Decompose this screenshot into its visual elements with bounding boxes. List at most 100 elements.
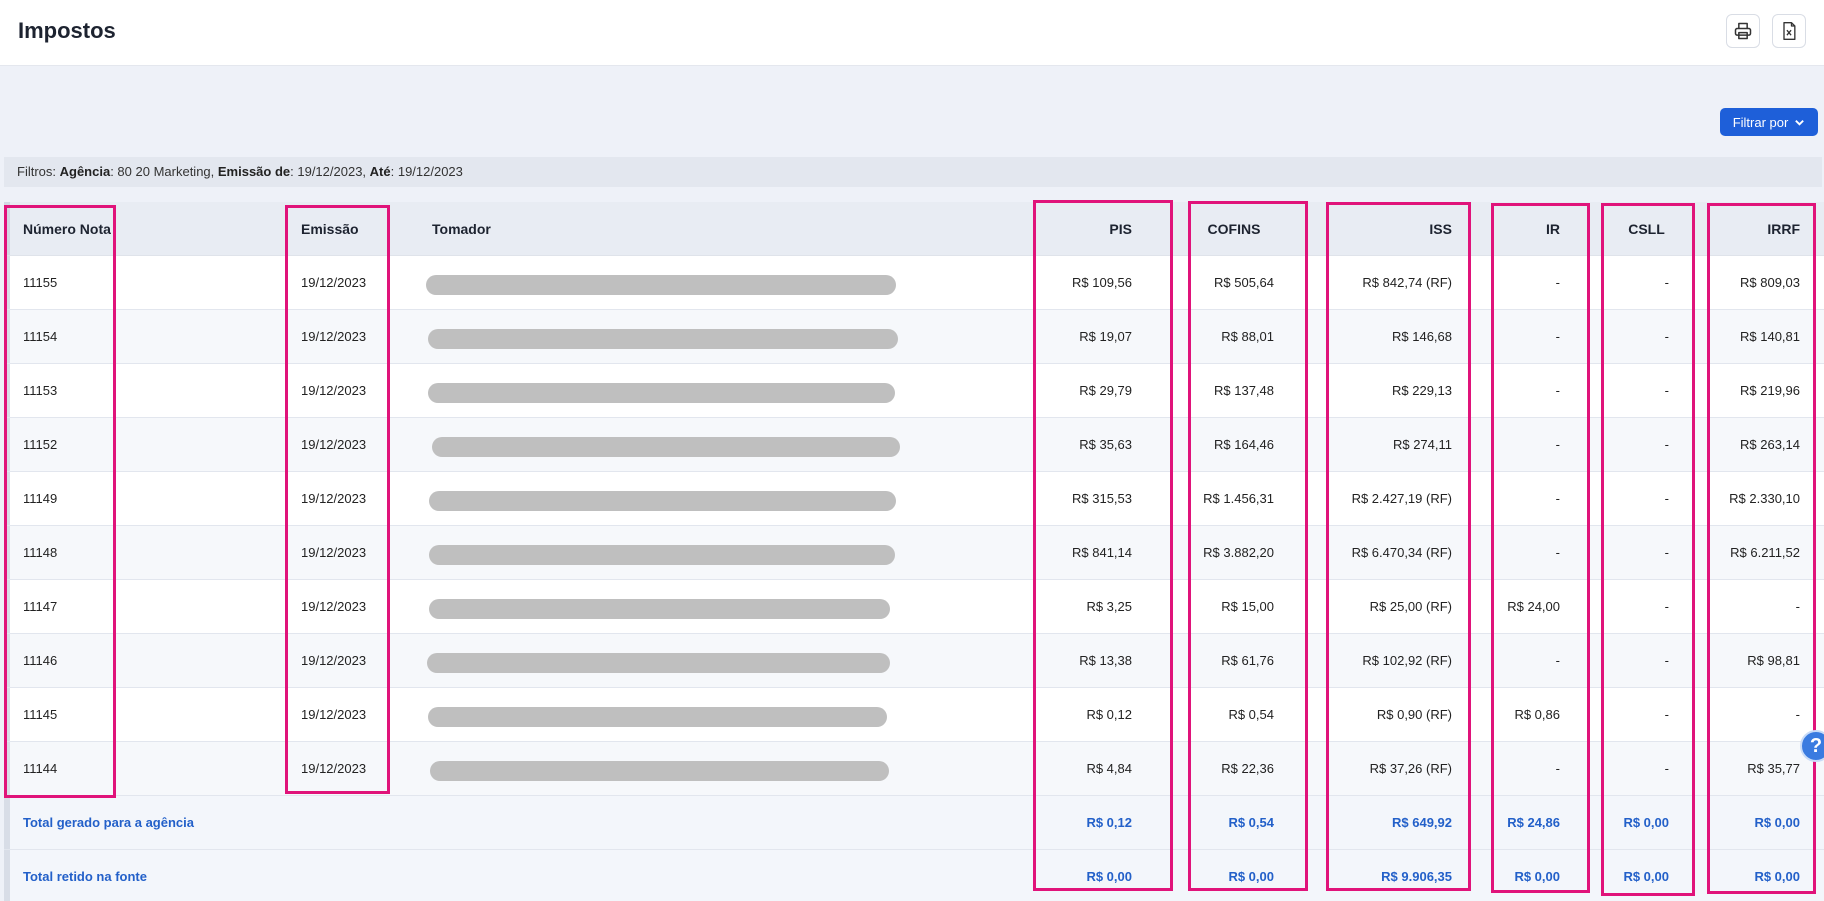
cell-cofins: R$ 15,00 bbox=[1221, 599, 1274, 614]
cell-iss: R$ 37,26 (RF) bbox=[1369, 761, 1452, 776]
totals-row: Total gerado para a agência R$ 0,12 R$ 0,5… bbox=[4, 796, 1824, 850]
cell-pis: R$ 4,84 bbox=[1086, 761, 1132, 776]
cell-iss: R$ 2.427,19 (RF) bbox=[1351, 491, 1452, 506]
cell-irrf: - bbox=[1795, 707, 1800, 722]
cell-numero-nota: 11154 bbox=[23, 329, 58, 344]
redacted-tomador bbox=[429, 545, 895, 565]
page-title: Impostos bbox=[18, 18, 116, 43]
active-filters-bar: Filtros: Agência: 80 20 Marketing, Emiss… bbox=[4, 157, 1822, 187]
redacted-tomador bbox=[429, 599, 890, 619]
table-row[interactable]: 11147 19/12/2023 R$ 3,25 R$ 15,00 R$ 25,00 (… bbox=[4, 580, 1824, 634]
filter-ate-label: Até bbox=[369, 164, 391, 179]
total-irrf: R$ 0,00 bbox=[1754, 815, 1800, 830]
redacted-tomador bbox=[429, 491, 896, 511]
filter-ate-value: : 19/12/2023 bbox=[390, 164, 463, 179]
table-row[interactable]: 11145 19/12/2023 R$ 0,12 R$ 0,54 R$ 0,90 (RF… bbox=[4, 688, 1824, 742]
redacted-tomador bbox=[428, 707, 887, 727]
filter-by-button[interactable]: Filtrar por bbox=[1720, 108, 1818, 136]
cell-ir: - bbox=[1555, 545, 1560, 560]
total-ir: R$ 24,86 bbox=[1507, 815, 1560, 830]
cell-pis: R$ 35,63 bbox=[1079, 437, 1132, 452]
redacted-tomador bbox=[428, 329, 898, 349]
cell-pis: R$ 19,07 bbox=[1079, 329, 1132, 344]
column-header-irrf[interactable]: IRRF bbox=[1714, 202, 1800, 255]
cell-iss: R$ 842,74 (RF) bbox=[1362, 275, 1452, 290]
column-header-tomador[interactable]: Tomador bbox=[432, 202, 491, 255]
filters-prefix: Filtros: bbox=[17, 164, 60, 179]
cell-iss: R$ 274,11 bbox=[1392, 437, 1452, 452]
cell-numero-nota: 11147 bbox=[23, 599, 58, 614]
total-iss: R$ 9.906,35 bbox=[1381, 869, 1452, 884]
total-iss: R$ 649,92 bbox=[1392, 815, 1452, 830]
total-csll: R$ 0,00 bbox=[1623, 869, 1669, 884]
column-header-cofins[interactable]: COFINS bbox=[1184, 202, 1284, 255]
help-button[interactable]: ? bbox=[1800, 730, 1824, 762]
redacted-tomador bbox=[428, 383, 895, 403]
cell-iss: R$ 102,92 (RF) bbox=[1362, 653, 1452, 668]
cell-emissao: 19/12/2023 bbox=[301, 653, 367, 668]
cell-iss: R$ 0,90 (RF) bbox=[1376, 707, 1452, 722]
cell-csll: - bbox=[1664, 599, 1669, 614]
cell-pis: R$ 315,53 bbox=[1072, 491, 1132, 506]
redacted-tomador bbox=[432, 437, 900, 457]
print-button[interactable] bbox=[1726, 14, 1760, 48]
cell-irrf: R$ 263,14 bbox=[1740, 437, 1800, 452]
table-header-row: Número Nota Emissão Tomador PIS COFINS I… bbox=[4, 202, 1824, 256]
cell-emissao: 19/12/2023 bbox=[301, 275, 367, 290]
total-pis: R$ 0,12 bbox=[1086, 815, 1132, 830]
cell-cofins: R$ 22,36 bbox=[1221, 761, 1274, 776]
cell-emissao: 19/12/2023 bbox=[301, 437, 367, 452]
column-header-emissao[interactable]: Emissão bbox=[301, 202, 359, 255]
cell-numero-nota: 11155 bbox=[23, 275, 58, 290]
cell-irrf: - bbox=[1795, 599, 1800, 614]
cell-csll: - bbox=[1664, 275, 1669, 290]
redacted-tomador bbox=[427, 653, 890, 673]
cell-csll: - bbox=[1664, 761, 1669, 776]
cell-cofins: R$ 137,48 bbox=[1214, 383, 1274, 398]
cell-iss: R$ 6.470,34 (RF) bbox=[1351, 545, 1452, 560]
cell-numero-nota: 11146 bbox=[23, 653, 58, 668]
cell-pis: R$ 13,38 bbox=[1079, 653, 1132, 668]
cell-cofins: R$ 61,76 bbox=[1221, 653, 1274, 668]
cell-cofins: R$ 1.456,31 bbox=[1203, 491, 1274, 506]
table-row[interactable]: 11153 19/12/2023 R$ 29,79 R$ 137,48 R$ 229,1… bbox=[4, 364, 1824, 418]
top-bar: Impostos bbox=[0, 0, 1824, 66]
table-row[interactable]: 11146 19/12/2023 R$ 13,38 R$ 61,76 R$ 102,92… bbox=[4, 634, 1824, 688]
table-row[interactable]: 11148 19/12/2023 R$ 841,14 R$ 3.882,20 R$ 6.… bbox=[4, 526, 1824, 580]
column-header-pis[interactable]: PIS bbox=[1034, 202, 1132, 255]
cell-ir: - bbox=[1555, 491, 1560, 506]
cell-ir: - bbox=[1555, 275, 1560, 290]
cell-csll: - bbox=[1664, 545, 1669, 560]
cell-iss: R$ 229,13 bbox=[1392, 383, 1452, 398]
column-header-iss[interactable]: ISS bbox=[1329, 202, 1452, 255]
totals-row: Total retido na fonte R$ 0,00 R$ 0,00 R$ 9.… bbox=[4, 850, 1824, 901]
column-header-ir[interactable]: IR bbox=[1494, 202, 1560, 255]
cell-csll: - bbox=[1664, 437, 1669, 452]
filter-agencia-value: : 80 20 Marketing, bbox=[110, 164, 218, 179]
cell-pis: R$ 0,12 bbox=[1086, 707, 1132, 722]
excel-export-icon bbox=[1783, 22, 1796, 40]
cell-irrf: R$ 140,81 bbox=[1740, 329, 1800, 344]
cell-irrf: R$ 35,77 bbox=[1747, 761, 1800, 776]
cell-numero-nota: 11148 bbox=[23, 545, 58, 560]
excel-export-button[interactable] bbox=[1772, 14, 1806, 48]
cell-pis: R$ 841,14 bbox=[1072, 545, 1132, 560]
table-row[interactable]: 11155 19/12/2023 R$ 109,56 R$ 505,64 R$ 842,… bbox=[4, 256, 1824, 310]
cell-cofins: R$ 88,01 bbox=[1221, 329, 1274, 344]
total-label: Total gerado para a agência bbox=[23, 815, 194, 830]
table-row[interactable]: 11149 19/12/2023 R$ 315,53 R$ 1.456,31 R$ 2.… bbox=[4, 472, 1824, 526]
cell-csll: - bbox=[1664, 491, 1669, 506]
cell-emissao: 19/12/2023 bbox=[301, 383, 367, 398]
table-row[interactable]: 11152 19/12/2023 R$ 35,63 R$ 164,46 R$ 274,1… bbox=[4, 418, 1824, 472]
help-icon: ? bbox=[1809, 734, 1823, 757]
column-header-csll[interactable]: CSLL bbox=[1604, 202, 1689, 255]
column-header-numero-nota[interactable]: Número Nota bbox=[23, 202, 111, 255]
total-irrf: R$ 0,00 bbox=[1754, 869, 1800, 884]
cell-pis: R$ 29,79 bbox=[1079, 383, 1132, 398]
total-cofins: R$ 0,00 bbox=[1228, 869, 1274, 884]
table-row[interactable]: 11144 19/12/2023 R$ 4,84 R$ 22,36 R$ 37,26 (… bbox=[4, 742, 1824, 796]
redacted-tomador bbox=[430, 761, 889, 781]
cell-emissao: 19/12/2023 bbox=[301, 707, 367, 722]
total-pis: R$ 0,00 bbox=[1086, 869, 1132, 884]
table-row[interactable]: 11154 19/12/2023 R$ 19,07 R$ 88,01 R$ 146,68… bbox=[4, 310, 1824, 364]
